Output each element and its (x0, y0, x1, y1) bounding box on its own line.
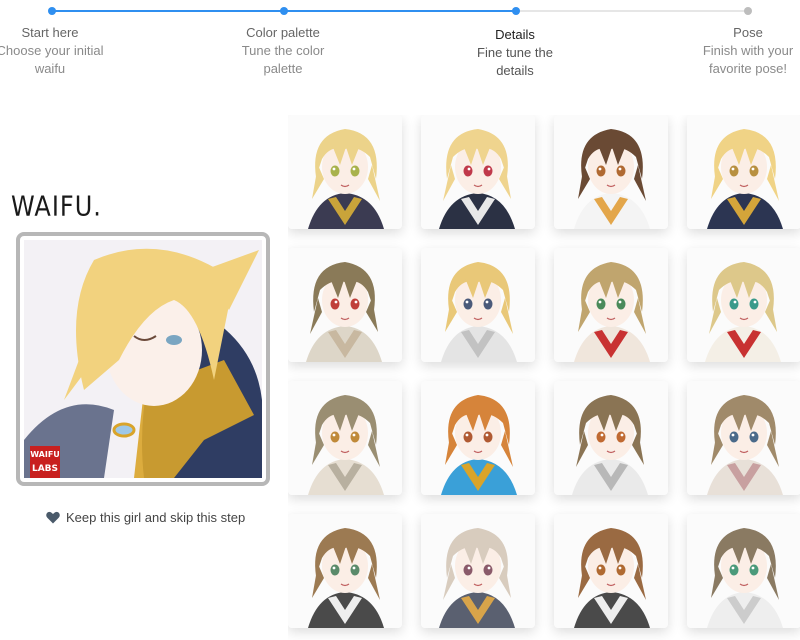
waifu-option-tile[interactable] (288, 248, 402, 362)
waifu-option-tile[interactable] (554, 514, 668, 628)
step-start[interactable]: Start here Choose your initial waifu (0, 24, 135, 78)
step-dot-details[interactable] (512, 7, 520, 15)
waifu-option-tile[interactable] (687, 514, 800, 628)
selected-waifu-portrait (24, 240, 262, 478)
step-description: Choose your initial waifu (0, 43, 104, 76)
waifu-portrait (554, 248, 668, 362)
step-pose: Pose Finish with your favorite pose! (663, 24, 800, 78)
waifu-option-tile[interactable] (421, 248, 535, 362)
keep-label: Keep this girl and skip this step (66, 510, 246, 525)
waifu-option-tile[interactable] (687, 248, 800, 362)
waifu-option-tile[interactable] (687, 381, 800, 495)
waifu-portrait (554, 514, 668, 628)
waifu-portrait (687, 248, 800, 362)
heart-icon (46, 511, 60, 524)
waifu-option-tile[interactable] (288, 381, 402, 495)
waifu-portrait (554, 115, 668, 229)
waifu-labs-badge: WAIFU LABS (30, 446, 60, 478)
waifu-option-tile[interactable] (421, 115, 535, 229)
waifu-portrait (687, 514, 800, 628)
waifu-option-tile[interactable] (288, 115, 402, 229)
stepper-track-3 (516, 10, 748, 12)
step-description: Tune the color palette (241, 43, 325, 76)
step-dot-start[interactable] (48, 7, 56, 15)
step-color-palette[interactable]: Color palette Tune the color palette (198, 24, 368, 78)
waifu-portrait (288, 381, 402, 495)
waifu-portrait (421, 514, 535, 628)
step-dot-color-palette[interactable] (280, 7, 288, 15)
stepper-track-2 (284, 10, 516, 12)
step-title: Color palette (246, 25, 320, 40)
step-details[interactable]: Details Fine tune the details (430, 26, 600, 80)
waifu-logo: WAIFU. (11, 190, 102, 223)
badge-line-1: WAIFU (30, 450, 60, 459)
keep-girl-skip-step-link[interactable]: Keep this girl and skip this step (46, 510, 245, 525)
waifu-option-tile[interactable] (288, 514, 402, 628)
waifu-portrait (288, 514, 402, 628)
selected-waifu-preview: WAIFU LABS (16, 232, 270, 486)
badge-line-2: LABS (31, 464, 59, 474)
step-description: Finish with your favorite pose! (702, 43, 794, 76)
step-title: Start here (21, 25, 79, 40)
waifu-options-grid (288, 115, 800, 640)
waifu-portrait (687, 381, 800, 495)
waifu-option-tile[interactable] (421, 514, 535, 628)
waifu-portrait (421, 381, 535, 495)
step-title: Pose (733, 25, 763, 40)
waifu-portrait (687, 115, 800, 229)
waifu-portrait (421, 248, 535, 362)
step-description: Fine tune the details (477, 45, 553, 78)
stepper-track-1 (52, 10, 284, 12)
step-dot-pose (744, 7, 752, 15)
waifu-portrait (554, 381, 668, 495)
waifu-portrait (421, 115, 535, 229)
progress-stepper: Start here Choose your initial waifu Col… (0, 0, 800, 90)
waifu-option-tile[interactable] (554, 248, 668, 362)
step-title: Details (495, 27, 535, 42)
waifu-portrait (288, 248, 402, 362)
waifu-option-tile[interactable] (687, 115, 800, 229)
waifu-option-tile[interactable] (554, 381, 668, 495)
waifu-portrait (288, 115, 402, 229)
waifu-option-tile[interactable] (421, 381, 535, 495)
waifu-option-tile[interactable] (554, 115, 668, 229)
